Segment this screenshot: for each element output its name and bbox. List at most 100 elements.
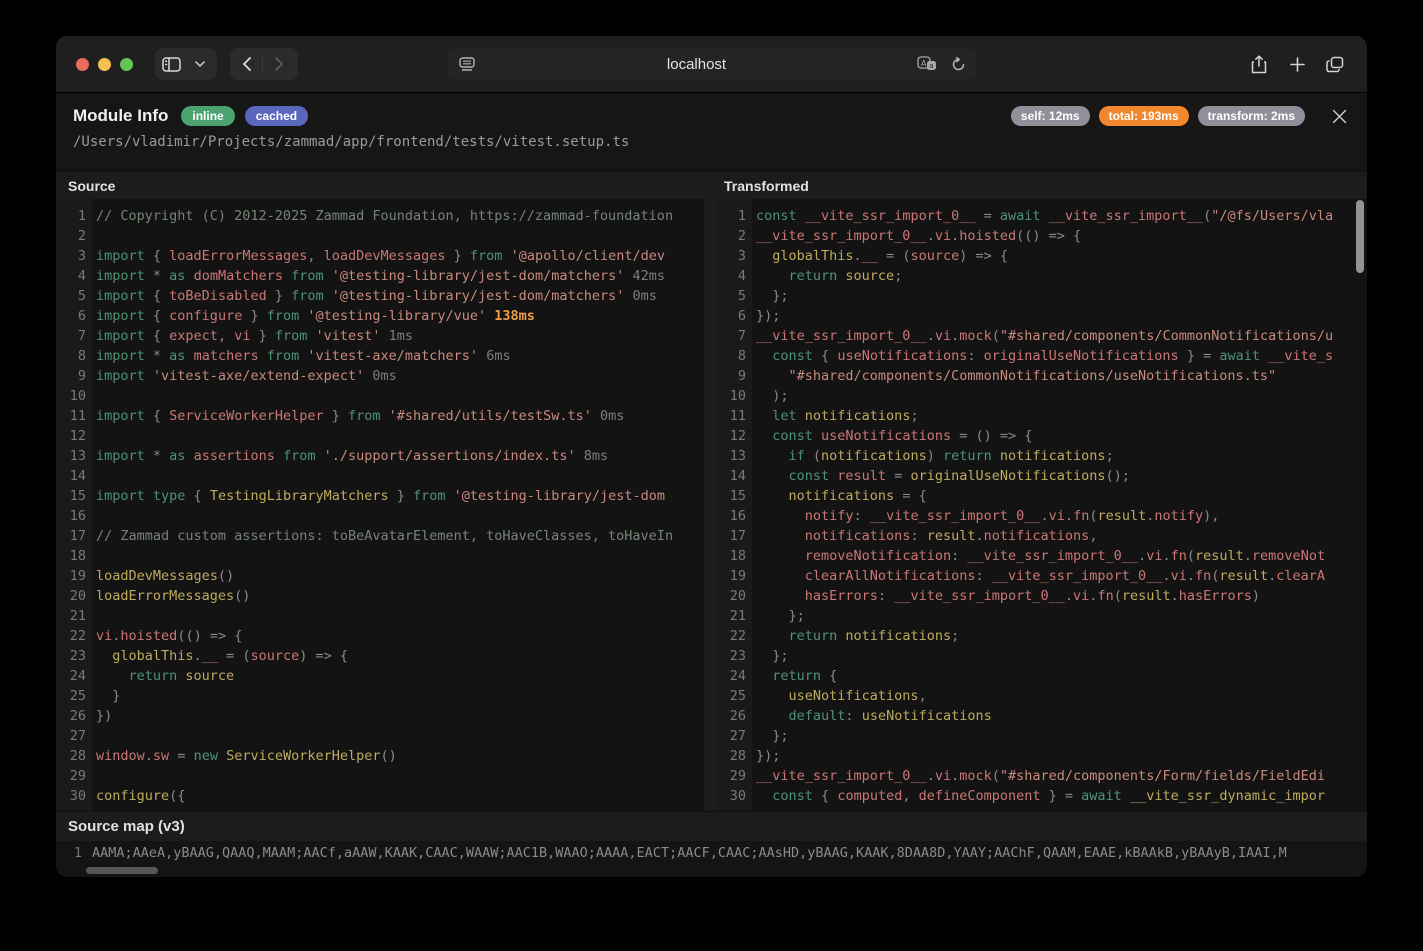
line-number: 21 [56,606,92,626]
timing-pills: self: 12ms total: 193ms transform: 2ms [1011,106,1305,126]
line-number: 14 [56,466,92,486]
line-number: 14 [716,466,752,486]
code-line: 30 const { computed, defineComponent } =… [716,786,1367,806]
code-line: 27 }; [716,726,1367,746]
code-line: 16 [56,506,704,526]
code-line: 10 [56,386,704,406]
code-line: 20 hasErrors: __vite_ssr_import_0__.vi.f… [716,586,1367,606]
sourcemap-title: Source map (v3) [56,811,1367,841]
vertical-scrollbar-thumb[interactable] [1356,200,1364,273]
desktop: localhost A a [0,0,1423,951]
traffic-light-close[interactable] [76,58,89,71]
line-number: 11 [56,406,92,426]
translate-button[interactable]: A a [911,48,943,80]
code-line: 7__vite_ssr_import_0__.vi.mock("#shared/… [716,326,1367,346]
code-line: 2__vite_ssr_import_0__.vi.hoisted(() => … [716,226,1367,246]
line-number: 20 [716,586,752,606]
transformed-code-editor[interactable]: 1const __vite_ssr_import_0__ = await __v… [716,199,1367,811]
code-line: 4import * as domMatchers from '@testing-… [56,266,704,286]
close-button[interactable] [1329,106,1349,126]
code-line: 2 [56,226,704,246]
share-icon [1251,55,1267,74]
line-number: 21 [716,606,752,626]
code-line: 7import { expect, vi } from 'vitest' 1ms [56,326,704,346]
code-line: 11import { ServiceWorkerHelper } from '#… [56,406,704,426]
forward-button[interactable] [263,48,295,80]
code-line: 26}) [56,706,704,726]
code-line: 29__vite_ssr_import_0__.vi.mock("#shared… [716,766,1367,786]
browser-window: localhost A a [56,36,1367,877]
tab-overview-button[interactable] [1319,48,1351,80]
badge-inline: inline [181,106,234,126]
sidebar-icon [162,57,181,72]
code-line: 14 [56,466,704,486]
source-code-editor[interactable]: 1// Copyright (C) 2012-2025 Zammad Found… [56,199,704,811]
reload-icon [951,57,966,72]
address-bar[interactable]: localhost A a [447,48,977,80]
code-line: 19loadDevMessages() [56,566,704,586]
new-tab-button[interactable] [1281,48,1313,80]
timing-transform: transform: 2ms [1198,106,1305,126]
line-number: 3 [716,246,752,266]
traffic-light-zoom[interactable] [120,58,133,71]
line-number: 6 [56,306,92,326]
line-number: 4 [716,266,752,286]
line-number: 27 [56,726,92,746]
sidebar-toggle-button[interactable] [155,48,187,80]
module-file-path: /Users/vladimir/Projects/zammad/app/fron… [73,134,1349,150]
line-number: 17 [56,526,92,546]
page-title: Module Info [73,106,168,126]
traffic-light-minimize[interactable] [98,58,111,71]
line-number: 9 [716,366,752,386]
line-number: 26 [716,706,752,726]
page-settings-button[interactable] [451,48,483,80]
source-pane: 1// Copyright (C) 2012-2025 Zammad Found… [56,199,704,811]
line-number: 12 [716,426,752,446]
code-line: 12 const useNotifications = () => { [716,426,1367,446]
line-number: 24 [716,666,752,686]
code-line: 15 notifications = { [716,486,1367,506]
share-button[interactable] [1243,48,1275,80]
line-number: 3 [56,246,92,266]
code-line: 30configure({ [56,786,704,806]
back-button[interactable] [230,48,262,80]
reload-button[interactable] [943,48,975,80]
line-number: 20 [56,586,92,606]
line-number: 11 [716,406,752,426]
line-number: 12 [56,426,92,446]
code-line: 6}); [716,306,1367,326]
line-number: 19 [716,566,752,586]
code-line: 12 [56,426,704,446]
close-icon [1332,109,1347,124]
sourcemap-line-number: 1 [56,841,88,865]
line-number: 30 [716,786,752,806]
code-line: 10 ); [716,386,1367,406]
tabs-icon [1326,56,1344,73]
module-info-header: Module Info inline cached self: 12ms tot… [56,93,1367,171]
sidebar-menu-button[interactable] [187,48,213,80]
code-line: 1// Copyright (C) 2012-2025 Zammad Found… [56,206,704,226]
line-number: 2 [56,226,92,246]
line-number: 18 [716,546,752,566]
code-line: 17 notifications: result.notifications, [716,526,1367,546]
reader-options-icon [459,57,475,71]
code-line: 22 return notifications; [716,626,1367,646]
line-number: 13 [56,446,92,466]
line-number: 28 [56,746,92,766]
plus-icon [1290,57,1305,72]
code-line: 9import 'vitest-axe/extend-expect' 0ms [56,366,704,386]
chevron-right-icon [275,57,284,71]
sidebar-button-group [155,48,217,80]
sourcemap-mappings: AAMA;AAeA,yBAAG,QAAQ,MAAM;AACf,aAAW,KAAK… [88,841,1287,865]
line-number: 29 [56,766,92,786]
code-line: 8 const { useNotifications: originalUseN… [716,346,1367,366]
chevron-down-icon [195,61,205,67]
code-line: 23 }; [716,646,1367,666]
horizontal-scrollbar-thumb[interactable] [86,867,158,874]
timing-total: total: 193ms [1099,106,1189,126]
code-panes: 1// Copyright (C) 2012-2025 Zammad Found… [56,199,1367,811]
code-line: 16 notify: __vite_ssr_import_0__.vi.fn(r… [716,506,1367,526]
code-line: 4 return source; [716,266,1367,286]
code-line: 1const __vite_ssr_import_0__ = await __v… [716,206,1367,226]
transformed-pane: 1const __vite_ssr_import_0__ = await __v… [716,199,1367,811]
